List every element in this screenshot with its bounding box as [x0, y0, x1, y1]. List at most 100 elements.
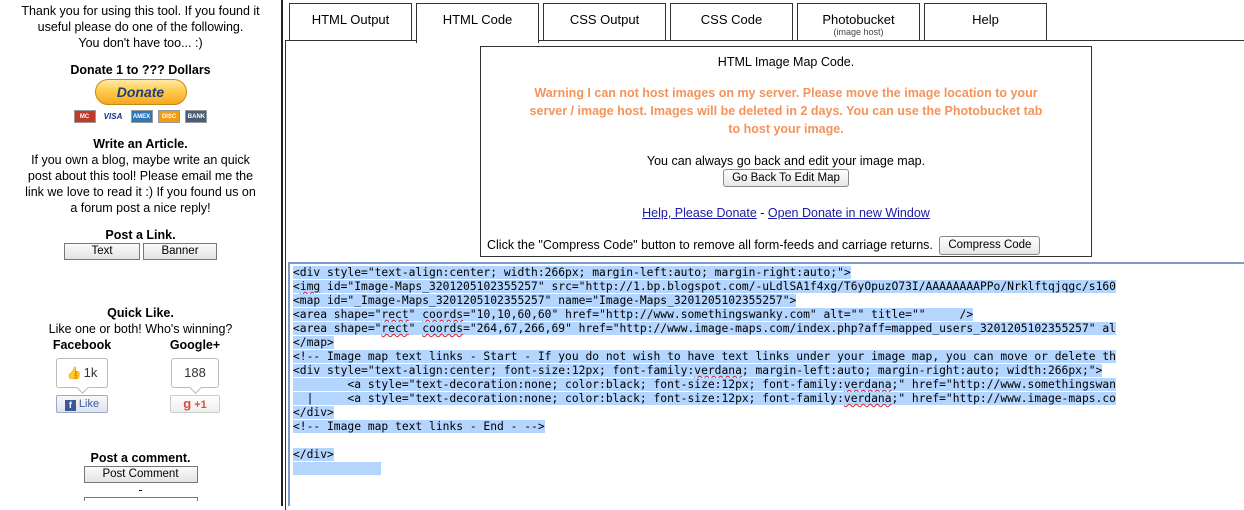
thanks-line: You don't have too... :) — [78, 36, 203, 50]
code-info-box: HTML Image Map Code. Warning I can not h… — [480, 46, 1092, 257]
code-text: <a style="text-decoration:none; color:bl… — [293, 378, 844, 391]
code-text: <!-- Image map text links - End - --> — [293, 420, 545, 433]
spellcheck-word: coords — [422, 308, 464, 321]
tab-css-output[interactable]: CSS Output — [543, 3, 666, 41]
comment-separator: - — [138, 483, 143, 497]
code-text: </div> — [293, 448, 334, 461]
code-line: | <a style="text-decoration:none; color:… — [293, 392, 1244, 406]
google-plus-one-label: +1 — [194, 399, 207, 411]
bank-icon: BANK — [185, 110, 208, 124]
code-line: <area shape="rect" coords="264,67,266,69… — [293, 322, 1244, 336]
code-line: </div> — [293, 406, 1244, 420]
code-line — [293, 462, 1244, 476]
code-text — [293, 462, 382, 475]
facebook-like-label: Like — [78, 398, 100, 410]
tab-help[interactable]: Help — [924, 3, 1047, 41]
tab-label: Help — [972, 12, 999, 27]
thanks-line: Thank you for using this tool. If you fo… — [21, 4, 260, 18]
code-line: <div style="text-align:center; width:266… — [293, 266, 1244, 280]
code-text: | <a style="text-decoration:none; color:… — [293, 392, 844, 405]
tab-css-code[interactable]: CSS Code — [670, 3, 793, 41]
go-back-text: You can always go back and edit your ima… — [646, 154, 926, 168]
google-plus-one-button[interactable]: g +1 — [170, 395, 220, 413]
code-text: <!-- Image map text links - Start - If y… — [293, 350, 1116, 363]
mastercard-icon: MC — [73, 110, 96, 124]
tab-html-output[interactable]: HTML Output — [289, 3, 412, 41]
link-separator: - — [756, 206, 768, 220]
code-text: <map id="_Image-Maps_3201205102355257" n… — [293, 294, 797, 307]
post-comment-button[interactable]: Post Comment — [83, 466, 198, 483]
go-back-edit-map-button[interactable]: Go Back To Edit Map — [723, 169, 849, 187]
code-text: ="264,67,266,69" href="http://www.image-… — [463, 322, 1116, 335]
compress-row: Click the "Compress Code" button to remo… — [481, 236, 1091, 255]
code-line: </map> — [293, 336, 1244, 350]
code-line: <map id="_Image-Maps_3201205102355257" n… — [293, 294, 1244, 308]
discover-icon: DISC — [157, 110, 180, 124]
google-plus-icon: g — [183, 396, 192, 411]
post-link-heading: Post a Link. — [105, 228, 176, 242]
code-text: < — [293, 280, 300, 293]
thanks-message: Thank you for using this tool. If you fo… — [0, 0, 281, 51]
code-line: <!-- Image map text links - End - --> — [293, 420, 1244, 434]
compress-instructions: Click the "Compress Code" button to remo… — [487, 237, 933, 252]
code-text: ; margin-left:auto; margin-right:auto; w… — [741, 364, 1103, 377]
tab-html-code[interactable]: HTML Code — [416, 3, 539, 43]
amex-icon: AMEX — [130, 110, 153, 124]
code-text: </div> — [293, 406, 334, 419]
spellcheck-word: coords — [422, 322, 464, 335]
compress-code-button[interactable]: Compress Code — [939, 236, 1041, 255]
code-line: <!-- Image map text links - Start - If y… — [293, 350, 1244, 364]
facebook-widget: Facebook 👍 1k f Like — [47, 337, 117, 413]
warning-line: server / image host. Images will be dele… — [529, 104, 1043, 118]
code-text: </map> — [293, 336, 334, 349]
tab-label: HTML Output — [311, 12, 390, 27]
tab-label: CSS Output — [569, 12, 640, 27]
article-text: If you own a blog, maybe write an quick … — [0, 152, 281, 216]
code-text: id="Image-Maps_3201205102355257" src="ht… — [320, 280, 1116, 293]
open-donate-window-link[interactable]: Open Donate in new Window — [768, 206, 930, 220]
info-title: HTML Image Map Code. — [717, 55, 855, 69]
facebook-count-bubble: 👍 1k — [56, 358, 108, 388]
facebook-count: 1k — [83, 365, 98, 380]
spellcheck-word: verdana — [843, 392, 892, 405]
html-code-textarea[interactable]: <div style="text-align:center; width:266… — [288, 262, 1244, 506]
spellcheck-word: img — [299, 280, 321, 293]
paypal-donate-button[interactable]: Donate — [94, 79, 187, 105]
payment-cards: MC VISA AMEX DISC BANK — [0, 108, 281, 124]
code-text: <area shape=" — [293, 322, 382, 335]
code-text: " — [408, 322, 423, 335]
code-text: <div style="text-align:center; font-size… — [293, 364, 695, 377]
code-line: </div> — [293, 448, 1244, 462]
code-text: <div style="text-align:center; width:266… — [293, 266, 851, 279]
spellcheck-word: rect — [381, 308, 409, 321]
host-warning: Warning I can not host images on my serv… — [489, 84, 1083, 138]
code-line: <a style="text-decoration:none; color:bl… — [293, 378, 1244, 392]
thumbs-up-icon: 👍 — [66, 366, 82, 380]
link-banner-button[interactable]: Banner — [143, 243, 217, 260]
facebook-icon: f — [64, 400, 76, 411]
google-plus-widget: Google+ 188 g +1 — [160, 337, 230, 413]
facebook-label: Facebook — [52, 338, 112, 352]
spellcheck-word: verdana — [843, 378, 892, 391]
code-line: <img id="Image-Maps_3201205102355257" sr… — [293, 280, 1244, 294]
help-donate-link[interactable]: Help, Please Donate — [642, 206, 757, 220]
article-heading: Write an Article. — [93, 137, 188, 151]
visa-icon: VISA — [101, 110, 126, 124]
link-text-button[interactable]: Text — [64, 243, 140, 260]
code-text: ;" href="http://www.somethingswan — [891, 378, 1116, 391]
quick-like-heading: Quick Like. — [107, 306, 174, 320]
code-line: <area shape="rect" coords="10,10,60,60" … — [293, 308, 1244, 322]
article-line: link we love to read it :) If you found … — [25, 185, 256, 199]
warning-line: Warning I can not host images on my serv… — [534, 86, 1038, 100]
donate-links: Help, Please Donate - Open Donate in new… — [481, 205, 1091, 221]
google-plus-label: Google+ — [169, 338, 221, 352]
donate-heading: Donate 1 to ??? Dollars — [70, 63, 211, 77]
code-text: " — [408, 308, 423, 321]
google-plus-count: 188 — [171, 358, 219, 388]
quick-like-subtitle: Like one or both! Who's winning? — [48, 322, 233, 336]
article-line: post about this tool! Please email me th… — [27, 169, 254, 183]
tab-photobucket[interactable]: Photobucket (image host) — [797, 3, 920, 41]
support-sidebar: Thank you for using this tool. If you fo… — [0, 0, 283, 506]
facebook-like-button[interactable]: f Like — [56, 395, 108, 413]
